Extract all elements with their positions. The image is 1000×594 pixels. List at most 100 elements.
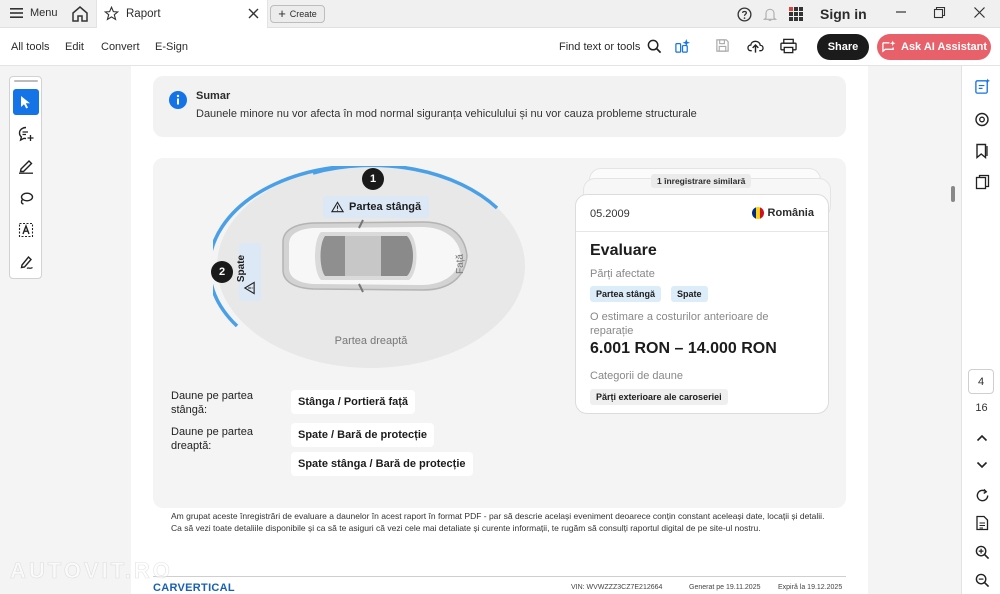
minimize-icon [896,11,906,13]
quick-tools-panel [9,76,42,279]
notifications-button[interactable] [763,7,777,22]
help-button[interactable] [737,7,752,22]
select-tool[interactable] [13,89,39,115]
close-tab-button[interactable] [248,8,259,19]
ai-summary-panel-button[interactable] [972,76,992,96]
all-tools-menu[interactable]: All tools [11,41,50,53]
cursor-arrow-icon [21,96,30,109]
footer-expiry-date: Expiră la 19.12.2025 [778,584,843,591]
convert-menu[interactable]: Convert [101,41,140,53]
zoom-in-icon [975,545,989,559]
warning-triangle-icon [243,281,255,295]
previous-page-button[interactable] [972,428,992,448]
document-workspace: Sumar Daunele minore nu vor afecta în mo… [0,66,1000,594]
bookmark-icon [976,143,988,159]
bookmarks-panel-button[interactable] [972,141,992,161]
upload-button[interactable] [747,38,764,54]
affected-tag-left: Partea stângă [590,286,662,302]
record-country-label: România [767,207,814,219]
summary-text: Daunele minore nu vor afecta în mod norm… [196,108,697,120]
vertical-scrollbar-thumb[interactable] [951,186,955,202]
page-fit-button[interactable] [972,513,992,533]
zoom-out-icon [975,573,989,587]
damage-marker-1[interactable]: 1 [362,168,384,190]
hamburger-icon [10,8,23,18]
create-label: Create [289,9,317,19]
find-text-tool[interactable]: Find text or tools [559,39,662,54]
maximize-button[interactable] [933,6,946,19]
info-icon [169,91,187,109]
home-button[interactable] [71,5,89,23]
close-icon [248,8,259,19]
cost-estimate-label: O estimare a costurilor anterioare de re… [590,311,769,337]
similar-records-badge[interactable]: 1 înregistrare similară [651,174,752,188]
left-side-chip: Partea stângă [323,196,430,218]
right-side-label: Partea dreaptă [335,335,409,347]
lasso-draw-icon [20,192,34,205]
comments-panel-button[interactable] [972,110,992,130]
home-icon [72,6,88,22]
rotate-button[interactable] [972,485,992,505]
right-damage-value-1: Spate / Bară de protecție [291,423,434,447]
apps-button[interactable] [789,7,803,21]
text-box-tool[interactable] [13,217,39,243]
menu-button[interactable]: Menu [10,7,58,19]
zoom-in-button[interactable] [972,542,992,562]
ai-view-button[interactable] [674,38,691,55]
comment-tool[interactable] [13,121,39,147]
damage-section: Față Partea dreaptă Partea stângă Spate … [153,158,846,533]
share-button[interactable]: Share [817,34,869,60]
marker-pen-icon [19,160,33,174]
star-icon[interactable] [104,6,119,21]
footnote-text: Am grupat aceste înregistrări de evaluar… [171,510,831,534]
create-button[interactable]: + Create [270,5,325,23]
pages-panel-button[interactable] [972,172,992,192]
cloud-upload-icon [747,40,764,53]
ask-ai-label: Ask AI Assistant [901,41,987,53]
draw-tool[interactable] [13,185,39,211]
front-label: Față [455,254,466,274]
panel-grip[interactable] [14,80,38,82]
right-damage-value-2: Spate stânga / Bară de protecție [291,452,473,476]
chevron-up-icon [976,434,988,442]
sign-in-link[interactable]: Sign in [820,6,867,22]
record-date: 05.2009 [590,208,630,220]
card-divider [576,231,828,232]
ask-ai-assistant-button[interactable]: Ask AI Assistant [877,34,991,60]
record-title: Evaluare [590,242,657,259]
tab-raport-content: Raport [104,6,161,21]
autovit-watermark: AUTOVIT.RO [10,558,173,584]
ai-sparkle-doc-icon [675,38,691,53]
current-page-input[interactable]: 4 [968,369,994,394]
close-window-button[interactable] [973,6,986,19]
damage-category-label: Categorii de daune [590,370,683,382]
footer-generated-date: Generat pe 19.11.2025 [689,584,761,591]
left-damage-value: Stânga / Portieră față [291,390,416,414]
tab-title: Raport [126,7,161,20]
edit-menu[interactable]: Edit [65,41,84,53]
rear-chip: Spate [236,243,261,301]
page-thumbnails-icon [975,174,989,190]
help-icon [737,7,752,22]
chevron-down-icon [976,461,988,469]
save-button[interactable] [715,38,730,53]
text-box-icon [18,222,34,238]
print-button[interactable] [780,38,797,54]
apps-grid-icon [789,7,803,21]
refresh-rotate-icon [976,488,988,501]
highlight-tool[interactable] [13,153,39,179]
zoom-out-button[interactable] [972,570,992,590]
bell-icon [763,8,777,21]
right-damage-label: Daune pe partea dreaptă: [171,426,253,452]
menu-label: Menu [30,7,58,19]
esign-menu[interactable]: E-Sign [155,41,188,53]
footnote-line-2: Ca să vezi toate detaliile disponibile ș… [171,523,761,533]
sign-tool[interactable] [13,249,39,275]
minimize-button[interactable] [894,5,908,19]
affected-tag-rear: Spate [671,286,708,302]
ai-doc-icon [974,77,990,94]
right-rail: 4 16 [961,66,1000,594]
signature-pen-icon [20,255,33,269]
next-page-button[interactable] [972,455,992,475]
damage-marker-2[interactable]: 2 [211,261,233,283]
